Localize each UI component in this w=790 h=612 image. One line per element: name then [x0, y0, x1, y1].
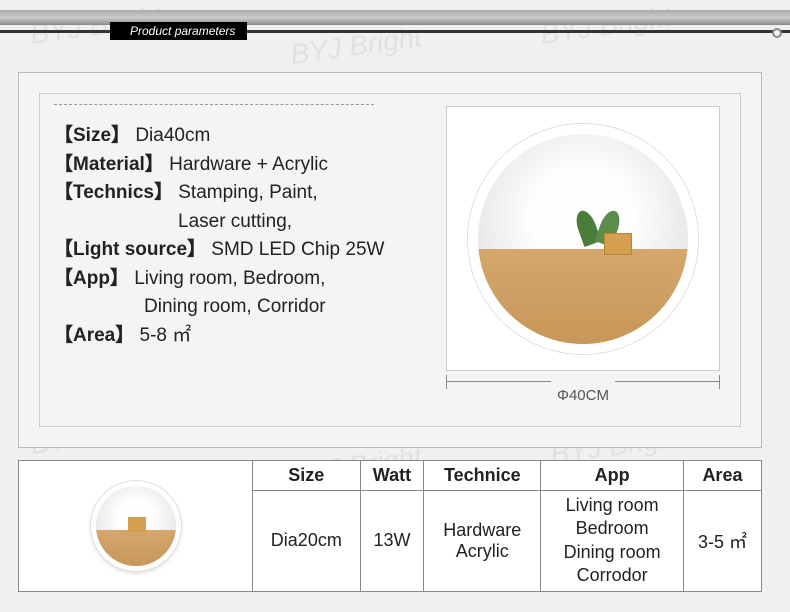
td-watt: 13W: [360, 491, 424, 592]
main-panel: 【Size】 Dia40cm 【Material】 Hardware + Acr…: [18, 72, 762, 448]
app-value-2: Dining room, Corridor: [144, 296, 326, 317]
area-label: 【Area】: [54, 325, 134, 346]
th-app: App: [541, 461, 684, 491]
size-value: Dia40cm: [135, 125, 210, 146]
td-app: Living room Bedroom Dining room Corrodor: [541, 491, 684, 592]
th-size: Size: [253, 461, 361, 491]
dashed-divider: [54, 104, 374, 105]
wood-shelf: [478, 249, 688, 344]
header-dot-icon: [772, 28, 782, 38]
technics-value-2: Laser cutting,: [178, 211, 292, 232]
watermark: BYJ Bright: [288, 21, 423, 71]
product-thumbnail: [91, 481, 181, 571]
technics-value-1: Stamping, Paint,: [178, 182, 317, 203]
material-value: Hardware + Acrylic: [169, 154, 328, 175]
td-area: 3-5 ㎡: [683, 491, 761, 592]
td-size: Dia20cm: [253, 491, 361, 592]
watermark: BYJ Bright: [538, 1, 673, 51]
technics-label: 【Technics】: [54, 182, 173, 203]
spec-list: 【Size】 Dia40cm 【Material】 Hardware + Acr…: [54, 122, 384, 350]
spec-table: Size Watt Technice App Area Dia20cm 13W …: [18, 460, 762, 592]
area-value: 5-8 ㎡: [140, 325, 192, 346]
light-label: 【Light source】: [54, 239, 206, 260]
dimension-text: Φ40CM: [551, 379, 615, 404]
house-decor: [604, 233, 632, 255]
th-watt: Watt: [360, 461, 424, 491]
material-label: 【Material】: [54, 154, 164, 175]
table-image-cell: [19, 461, 253, 592]
app-label: 【App】: [54, 268, 129, 289]
td-technice: Hardware Acrylic: [424, 491, 541, 592]
th-technice: Technice: [424, 461, 541, 491]
inner-panel: 【Size】 Dia40cm 【Material】 Hardware + Acr…: [39, 93, 741, 427]
size-label: 【Size】: [54, 125, 130, 146]
app-value-1: Living room, Bedroom,: [134, 268, 325, 289]
product-image: [468, 124, 698, 354]
table-header-row: Size Watt Technice App Area: [19, 461, 762, 491]
light-value: SMD LED Chip 25W: [211, 239, 384, 260]
product-image-frame: [446, 106, 720, 371]
th-area: Area: [683, 461, 761, 491]
dimension-indicator: Φ40CM: [446, 379, 720, 404]
page-title: Product parameters: [110, 22, 247, 40]
